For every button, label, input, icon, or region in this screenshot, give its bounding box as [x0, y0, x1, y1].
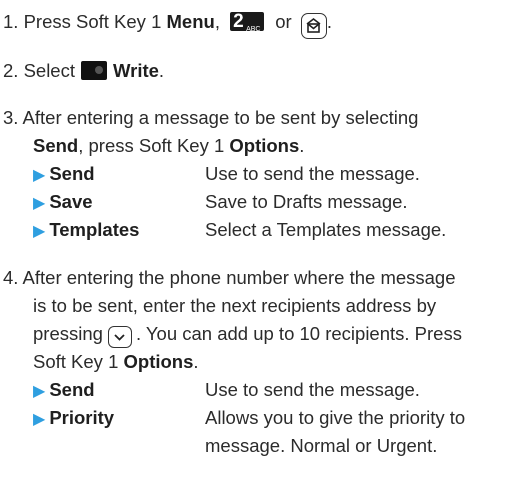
menu-label: Menu [166, 11, 215, 32]
triangle-bullet-icon: ▶ [33, 195, 46, 212]
step-4-line-3: pressing . You can add up to 10 recipien… [33, 322, 462, 348]
step-1: 1. Press Soft Key 1 Menu, 2 ABC or . [3, 10, 332, 39]
triangle-bullet-icon: ▶ [33, 223, 46, 240]
step-4-line-2: is to be sent, enter the next recipients… [33, 295, 437, 316]
triangle-bullet-icon: ▶ [33, 411, 46, 428]
nav-down-key-icon [107, 326, 132, 348]
message-key-icon [300, 13, 327, 39]
step-2-prefix: 2. Select [3, 60, 75, 81]
step-3-line-2: Send, press Soft Key 1 Options. [33, 135, 305, 156]
triangle-bullet-icon: ▶ [33, 167, 46, 184]
step-4-line-4: Soft Key 1 Options. [33, 351, 199, 372]
step-3-line-1: 3. After entering a message to be sent b… [3, 107, 419, 128]
step-4-line-1: 4. After entering the phone number where… [3, 267, 456, 288]
step-1-prefix: 1. Press Soft Key 1 [3, 11, 167, 32]
or-text: or [275, 11, 292, 32]
key-2-abc-icon: 2 ABC [230, 11, 265, 33]
triangle-bullet-icon: ▶ [33, 383, 46, 400]
write-menu-icon [81, 61, 107, 80]
write-label: Write [113, 60, 159, 81]
manual-page: 1. Press Soft Key 1 Menu, 2 ABC or . 2. S… [3, 10, 466, 456]
step-2: 2. Select Write. [3, 60, 165, 81]
